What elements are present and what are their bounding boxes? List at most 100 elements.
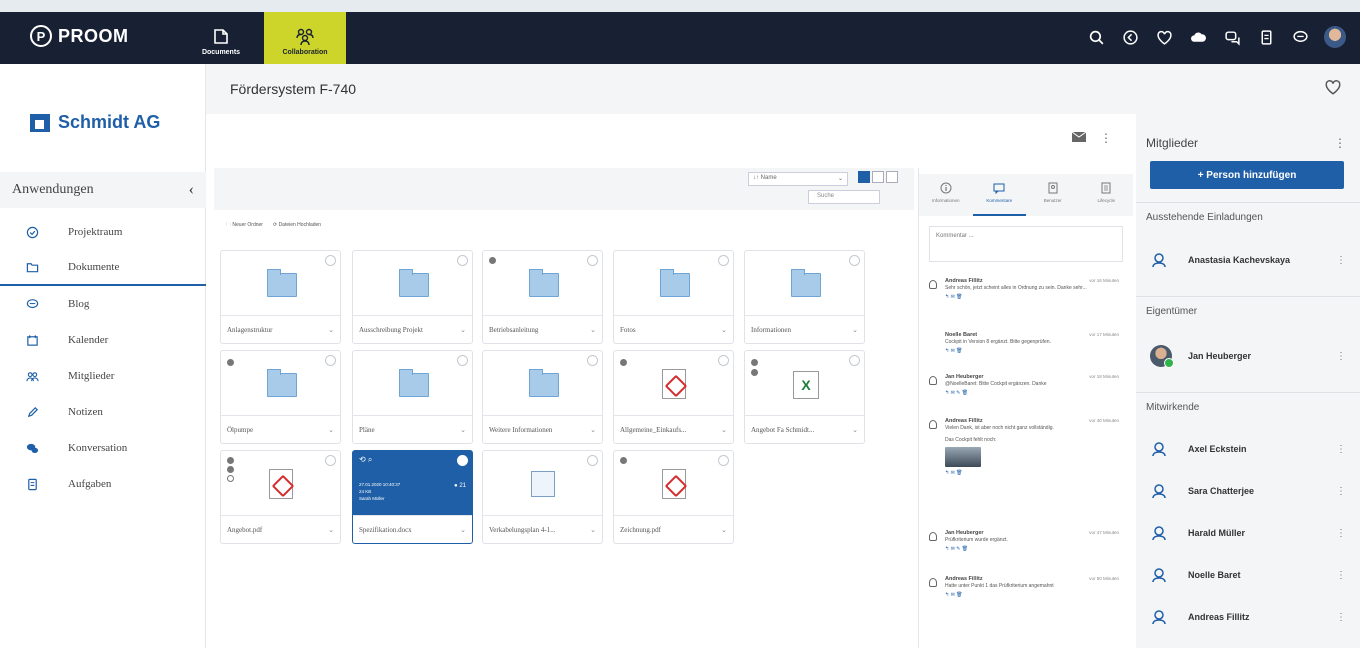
file-card[interactable]: Ölpumpe ⌄ (220, 350, 341, 444)
app-logo[interactable]: P PROOM (30, 25, 129, 47)
more-options-icon[interactable]: ⋮ (1336, 570, 1346, 581)
search-icon[interactable] (1086, 27, 1106, 47)
more-options-icon[interactable]: ⋮ (1336, 528, 1346, 539)
tab-lifecycle[interactable]: Lifecycle (1080, 174, 1134, 216)
comment-actions[interactable]: ↰ ✉ 🗑 (945, 470, 1123, 476)
sidebar-item-notizen[interactable]: Notizen (0, 394, 206, 430)
mail-icon[interactable] (1071, 129, 1087, 147)
apps-header[interactable]: Anwendungen ‹ (0, 172, 206, 208)
file-card[interactable]: Zeichnung.pdf ⌄ (613, 450, 734, 544)
sidebar-item-dokumente[interactable]: Dokumente (0, 250, 206, 286)
member-row[interactable]: Sara Chatterjee ⋮ (1150, 479, 1350, 503)
comment-actions[interactable]: ↰ ✉ 🗑 (945, 294, 1123, 300)
select-checkbox[interactable] (457, 255, 468, 266)
select-checkbox[interactable] (718, 355, 729, 366)
more-options-icon[interactable]: ⋮ (1334, 136, 1346, 150)
user-avatar[interactable] (1324, 26, 1346, 48)
back-circle-icon[interactable] (1120, 27, 1140, 47)
sidebar-item-mitglieder[interactable]: Mitglieder (0, 358, 206, 394)
chevron-down-icon[interactable]: ⌄ (590, 426, 596, 434)
select-checkbox[interactable] (587, 355, 598, 366)
grid-view-icon[interactable] (858, 171, 870, 183)
chat-icon[interactable] (1222, 27, 1242, 47)
member-row[interactable]: Noelle Baret ⋮ (1150, 563, 1350, 587)
tab-kommentare[interactable]: Kommentare (972, 174, 1026, 216)
sidebar-item-kalender[interactable]: Kalender (0, 322, 206, 358)
member-row[interactable]: Anastasia Kachevskaya ⋮ (1150, 248, 1350, 272)
file-card[interactable]: Pläne ⌄ (352, 350, 473, 444)
chevron-down-icon[interactable]: ⌄ (460, 526, 466, 534)
favorite-heart-icon[interactable] (1324, 78, 1342, 101)
tab-benutzer[interactable]: Benutzer (1026, 174, 1080, 216)
more-options-icon[interactable]: ⋮ (1336, 612, 1346, 623)
collapse-chevron-icon[interactable]: ‹ (189, 181, 194, 199)
select-checkbox[interactable] (325, 255, 336, 266)
cloud-sync-icon[interactable] (1188, 27, 1208, 47)
file-card[interactable]: Angebot.pdf ⌄ (220, 450, 341, 544)
select-checkbox[interactable] (325, 455, 336, 466)
select-checkbox[interactable] (718, 455, 729, 466)
sidebar-item-blog[interactable]: Blog (0, 286, 206, 322)
file-card[interactable]: Allgemeine_Einkaufs... ⌄ (613, 350, 734, 444)
chevron-down-icon[interactable]: ⌄ (328, 326, 334, 334)
chevron-down-icon[interactable]: ⌄ (852, 326, 858, 334)
list-view-icon[interactable] (872, 171, 884, 183)
select-checkbox[interactable] (587, 455, 598, 466)
member-row[interactable]: Andreas Fillitz ⋮ (1150, 605, 1350, 629)
chevron-down-icon[interactable]: ⌄ (721, 426, 727, 434)
file-card[interactable]: Anlagenstruktur ⌄ (220, 250, 341, 344)
nav-collaboration[interactable]: Collaboration (264, 12, 346, 70)
chevron-down-icon[interactable]: ⌄ (460, 326, 466, 334)
chevron-down-icon[interactable]: ⌄ (328, 526, 334, 534)
member-row[interactable]: Axel Eckstein ⋮ (1150, 437, 1350, 461)
sort-select[interactable]: ↓↑ Name ⌄ (748, 172, 848, 186)
more-options-icon[interactable]: ⋮ (1336, 444, 1346, 455)
member-row[interactable]: Jan Heuberger ⋮ (1150, 344, 1350, 368)
chevron-down-icon[interactable]: ⌄ (852, 426, 858, 434)
sidebar-item-konversation[interactable]: Konversation (0, 430, 206, 466)
nav-documents[interactable]: Documents (180, 12, 262, 70)
comment-actions[interactable]: ↰ ✉ ✎ 🗑 (945, 390, 1123, 396)
select-checkbox[interactable] (849, 255, 860, 266)
file-card[interactable]: Weitere Informationen ⌄ (482, 350, 603, 444)
select-checkbox[interactable] (718, 255, 729, 266)
select-checkbox[interactable] (457, 455, 468, 466)
file-card[interactable]: Betriebsanleitung ⌄ (482, 250, 603, 344)
file-card-selected[interactable]: ⟲ ⌕ 27.01.2020 10:40:37 24 KB Sarah Müll… (352, 450, 473, 544)
attached-photo[interactable] (945, 447, 981, 467)
add-person-button[interactable]: + Person hinzufügen (1150, 161, 1344, 189)
sidebar-item-aufgaben[interactable]: Aufgaben (0, 466, 206, 502)
comment-actions[interactable]: ↰ ✉ 🗑 (945, 348, 1123, 354)
comment-actions[interactable]: ↰ ✉ ✎ 🗑 (945, 546, 1123, 552)
comment-input[interactable]: Kommentar ... (929, 226, 1123, 262)
detail-view-icon[interactable] (886, 171, 898, 183)
chevron-down-icon[interactable]: ⌄ (721, 526, 727, 534)
clipboard-icon[interactable] (1256, 27, 1276, 47)
heart-icon[interactable] (1154, 27, 1174, 47)
select-checkbox[interactable] (849, 355, 860, 366)
more-options-icon[interactable]: ⋮ (1336, 255, 1346, 266)
chevron-down-icon[interactable]: ⌄ (328, 426, 334, 434)
file-card[interactable]: Verkabelungsplan 4-1... ⌄ (482, 450, 603, 544)
member-row[interactable]: Harald Müller ⋮ (1150, 521, 1350, 545)
chevron-down-icon[interactable]: ⌄ (721, 326, 727, 334)
more-options-icon[interactable]: ⋮ (1336, 351, 1346, 362)
file-card[interactable]: Informationen ⌄ (744, 250, 865, 344)
more-options-icon[interactable]: ⋮ (1100, 131, 1112, 145)
file-card[interactable]: Fotos ⌄ (613, 250, 734, 344)
tab-informationen[interactable]: Informationen (919, 174, 973, 216)
comment-actions[interactable]: ↰ ✉ 🗑 (945, 592, 1123, 598)
chevron-down-icon[interactable]: ⌄ (460, 426, 466, 434)
select-checkbox[interactable] (457, 355, 468, 366)
chevron-down-icon[interactable]: ⌄ (590, 526, 596, 534)
more-options-icon[interactable]: ⋮ (1336, 486, 1346, 497)
sidebar-item-projektraum[interactable]: Projektraum (0, 214, 206, 250)
select-checkbox[interactable] (325, 355, 336, 366)
file-card[interactable]: X Angebot Fa Schmidt... ⌄ (744, 350, 865, 444)
search-input[interactable]: Suche (808, 190, 880, 204)
file-card[interactable]: Ausschreibung Projekt ⌄ (352, 250, 473, 344)
upload-button[interactable]: ⟳ Dateien Hochladen (273, 222, 321, 230)
message-icon[interactable] (1290, 27, 1310, 47)
select-checkbox[interactable] (587, 255, 598, 266)
new-folder-button[interactable]: 🗀 Neuer Ordner (226, 222, 263, 230)
